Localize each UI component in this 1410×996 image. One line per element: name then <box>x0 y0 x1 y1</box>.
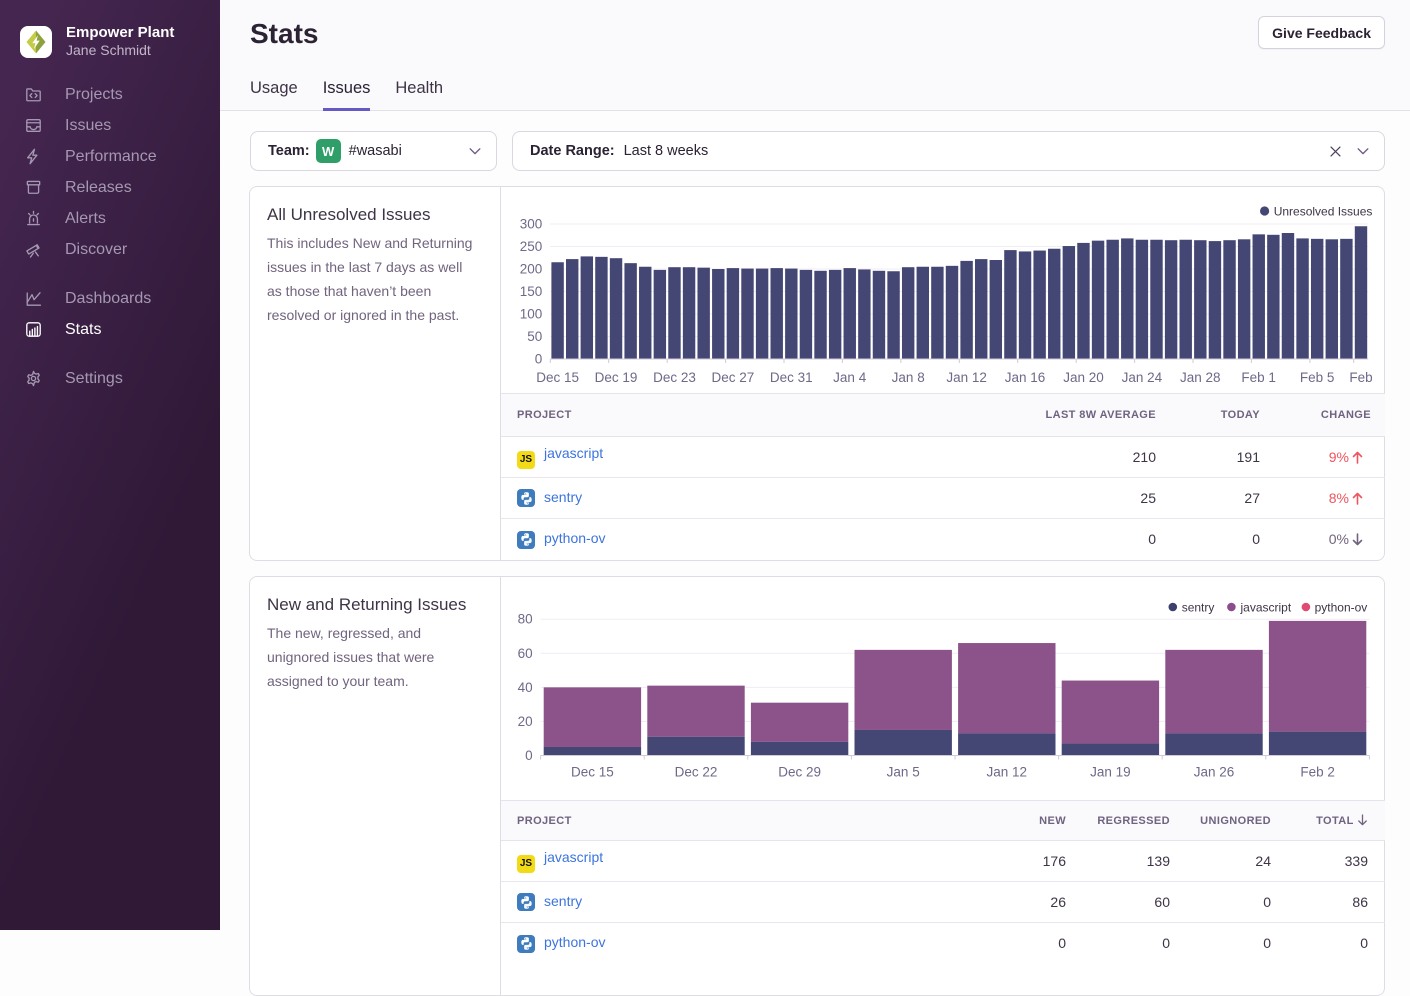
svg-text:100: 100 <box>520 307 543 322</box>
svg-text:Dec 15: Dec 15 <box>571 765 614 780</box>
svg-text:Dec 27: Dec 27 <box>712 370 755 385</box>
svg-text:Jan 24: Jan 24 <box>1122 370 1163 385</box>
svg-text:40: 40 <box>518 680 533 695</box>
svg-text:Jan 20: Jan 20 <box>1063 370 1104 385</box>
svg-text:Feb 5: Feb 5 <box>1300 370 1335 385</box>
svg-text:Dec 15: Dec 15 <box>536 370 579 385</box>
svg-text:Jan 5: Jan 5 <box>887 765 920 780</box>
svg-text:Dec 29: Dec 29 <box>778 765 821 780</box>
svg-text:200: 200 <box>520 262 543 277</box>
svg-text:Jan 28: Jan 28 <box>1180 370 1221 385</box>
svg-text:Jan 19: Jan 19 <box>1090 765 1131 780</box>
svg-text:Dec 31: Dec 31 <box>770 370 813 385</box>
svg-text:Jan 8: Jan 8 <box>892 370 925 385</box>
svg-text:60: 60 <box>518 646 533 661</box>
svg-text:20: 20 <box>518 714 533 729</box>
svg-text:50: 50 <box>527 329 542 344</box>
svg-text:Dec 22: Dec 22 <box>675 765 718 780</box>
svg-text:Jan 12: Jan 12 <box>946 370 987 385</box>
svg-text:Jan 26: Jan 26 <box>1194 765 1235 780</box>
svg-text:250: 250 <box>520 239 543 254</box>
svg-text:Unresolved Issues: Unresolved Issues <box>1274 205 1373 219</box>
svg-text:300: 300 <box>520 217 543 232</box>
svg-text:Feb 2: Feb 2 <box>1300 765 1335 780</box>
svg-text:80: 80 <box>518 612 533 627</box>
svg-text:python-ov: python-ov <box>1315 601 1368 615</box>
svg-text:sentry: sentry <box>1182 601 1215 615</box>
svg-text:150: 150 <box>520 284 543 299</box>
svg-text:Feb: Feb <box>1349 370 1372 385</box>
svg-text:javascript: javascript <box>1240 601 1292 615</box>
svg-text:Jan 12: Jan 12 <box>987 765 1028 780</box>
svg-text:0: 0 <box>525 748 533 763</box>
svg-text:Dec 19: Dec 19 <box>595 370 638 385</box>
svg-text:0: 0 <box>535 352 543 367</box>
svg-text:Feb 1: Feb 1 <box>1241 370 1276 385</box>
svg-text:Jan 16: Jan 16 <box>1005 370 1046 385</box>
svg-text:Dec 23: Dec 23 <box>653 370 696 385</box>
svg-text:Jan 4: Jan 4 <box>833 370 867 385</box>
